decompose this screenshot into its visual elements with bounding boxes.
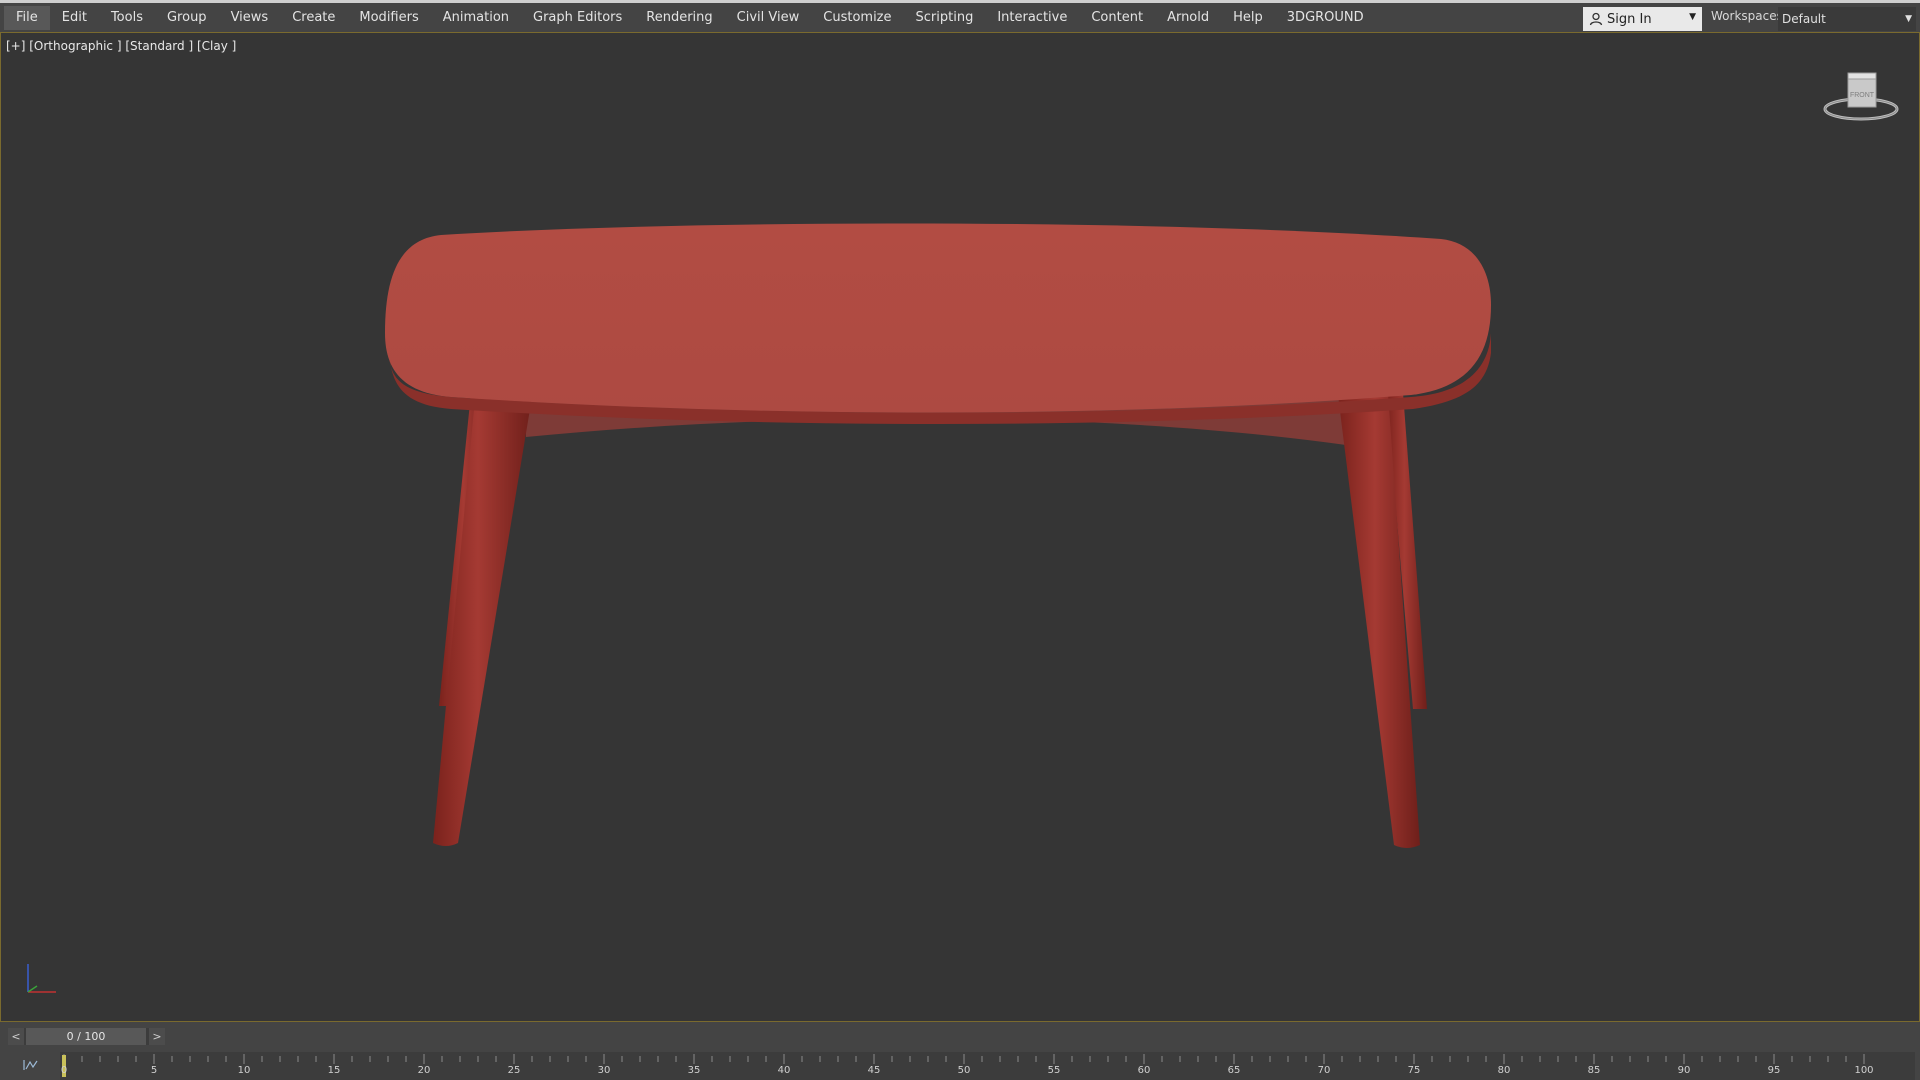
menu-help[interactable]: Help: [1221, 6, 1275, 30]
tick-label: 60: [1137, 1065, 1151, 1076]
tick-label: 20: [417, 1065, 431, 1076]
menu-tools[interactable]: Tools: [99, 6, 155, 30]
tick-label: 25: [507, 1065, 521, 1076]
time-prev-button[interactable]: <: [8, 1028, 24, 1045]
chevron-down-icon: ▼: [1689, 12, 1696, 22]
tick-label: 75: [1407, 1065, 1421, 1076]
timeline-panel: < 0 / 100 > 0 5 10 15 20 25 30 35 40 45 …: [0, 1022, 1920, 1080]
tick-label: 5: [150, 1065, 158, 1076]
viewport-orthographic[interactable]: [+] [Orthographic ] [Standard ] [Clay ]: [0, 32, 1920, 1022]
track-bar[interactable]: 0 5 10 15 20 25 30 35 40 45 50 55 60 65 …: [60, 1052, 1915, 1080]
sign-in-label: Sign In: [1607, 11, 1652, 27]
menu-customize[interactable]: Customize: [811, 6, 903, 30]
viewcube-widget[interactable]: FRONT: [1819, 69, 1899, 129]
tick-label: 55: [1047, 1065, 1061, 1076]
menu-interactive[interactable]: Interactive: [985, 6, 1079, 30]
tick-label: 15: [327, 1065, 341, 1076]
user-icon: [1589, 12, 1603, 26]
workspaces-label: Workspaces:: [1711, 9, 1787, 23]
menu-scripting[interactable]: Scripting: [904, 6, 986, 30]
menu-items: File Edit Tools Group Views Create Modif…: [4, 6, 1376, 30]
tick-label: 45: [867, 1065, 881, 1076]
menu-3dground[interactable]: 3DGROUND: [1275, 6, 1376, 30]
menu-graph-editors[interactable]: Graph Editors: [521, 6, 634, 30]
bench-seat-top: [385, 223, 1491, 413]
viewcube-face-label: FRONT: [1850, 92, 1875, 99]
tick-label: 50: [957, 1065, 971, 1076]
chevron-down-icon: ▼: [1905, 14, 1912, 24]
tick-label: 35: [687, 1065, 701, 1076]
menu-edit[interactable]: Edit: [50, 6, 99, 30]
tick-label: 85: [1587, 1065, 1601, 1076]
scene-bench-model[interactable]: [1, 33, 1919, 1021]
tick-label: 70: [1317, 1065, 1331, 1076]
bench-leg-front-left: [433, 388, 533, 846]
tick-label: 40: [777, 1065, 791, 1076]
menu-bar: File Edit Tools Group Views Create Modif…: [0, 0, 1920, 32]
time-slider-thumb[interactable]: 0 / 100: [26, 1028, 146, 1045]
workspaces-dropdown[interactable]: Default ▼: [1778, 7, 1916, 31]
menu-content[interactable]: Content: [1079, 6, 1155, 30]
menu-file[interactable]: File: [4, 6, 50, 30]
time-slider[interactable]: < 0 / 100 >: [8, 1028, 165, 1045]
tick-label: 90: [1677, 1065, 1691, 1076]
time-next-button[interactable]: >: [149, 1028, 165, 1045]
tick-label: 30: [597, 1065, 611, 1076]
tick-label: 0: [60, 1065, 68, 1076]
tick-label: 80: [1497, 1065, 1511, 1076]
menu-animation[interactable]: Animation: [431, 6, 521, 30]
mini-curve-editor-icon[interactable]: [22, 1058, 40, 1072]
menu-create[interactable]: Create: [280, 6, 347, 30]
menu-civil-view[interactable]: Civil View: [725, 6, 812, 30]
workspaces-value: Default: [1782, 12, 1826, 26]
menu-rendering[interactable]: Rendering: [634, 6, 724, 30]
tick-label: 10: [237, 1065, 251, 1076]
menu-modifiers[interactable]: Modifiers: [347, 6, 430, 30]
sign-in-button[interactable]: Sign In ▼: [1583, 7, 1702, 31]
tick-label: 100: [1854, 1065, 1874, 1076]
menu-arnold[interactable]: Arnold: [1155, 6, 1221, 30]
menu-views[interactable]: Views: [219, 6, 281, 30]
axis-tripod-icon: [27, 964, 56, 993]
tick-label: 65: [1227, 1065, 1241, 1076]
tick-label: 95: [1767, 1065, 1781, 1076]
menu-group[interactable]: Group: [155, 6, 219, 30]
